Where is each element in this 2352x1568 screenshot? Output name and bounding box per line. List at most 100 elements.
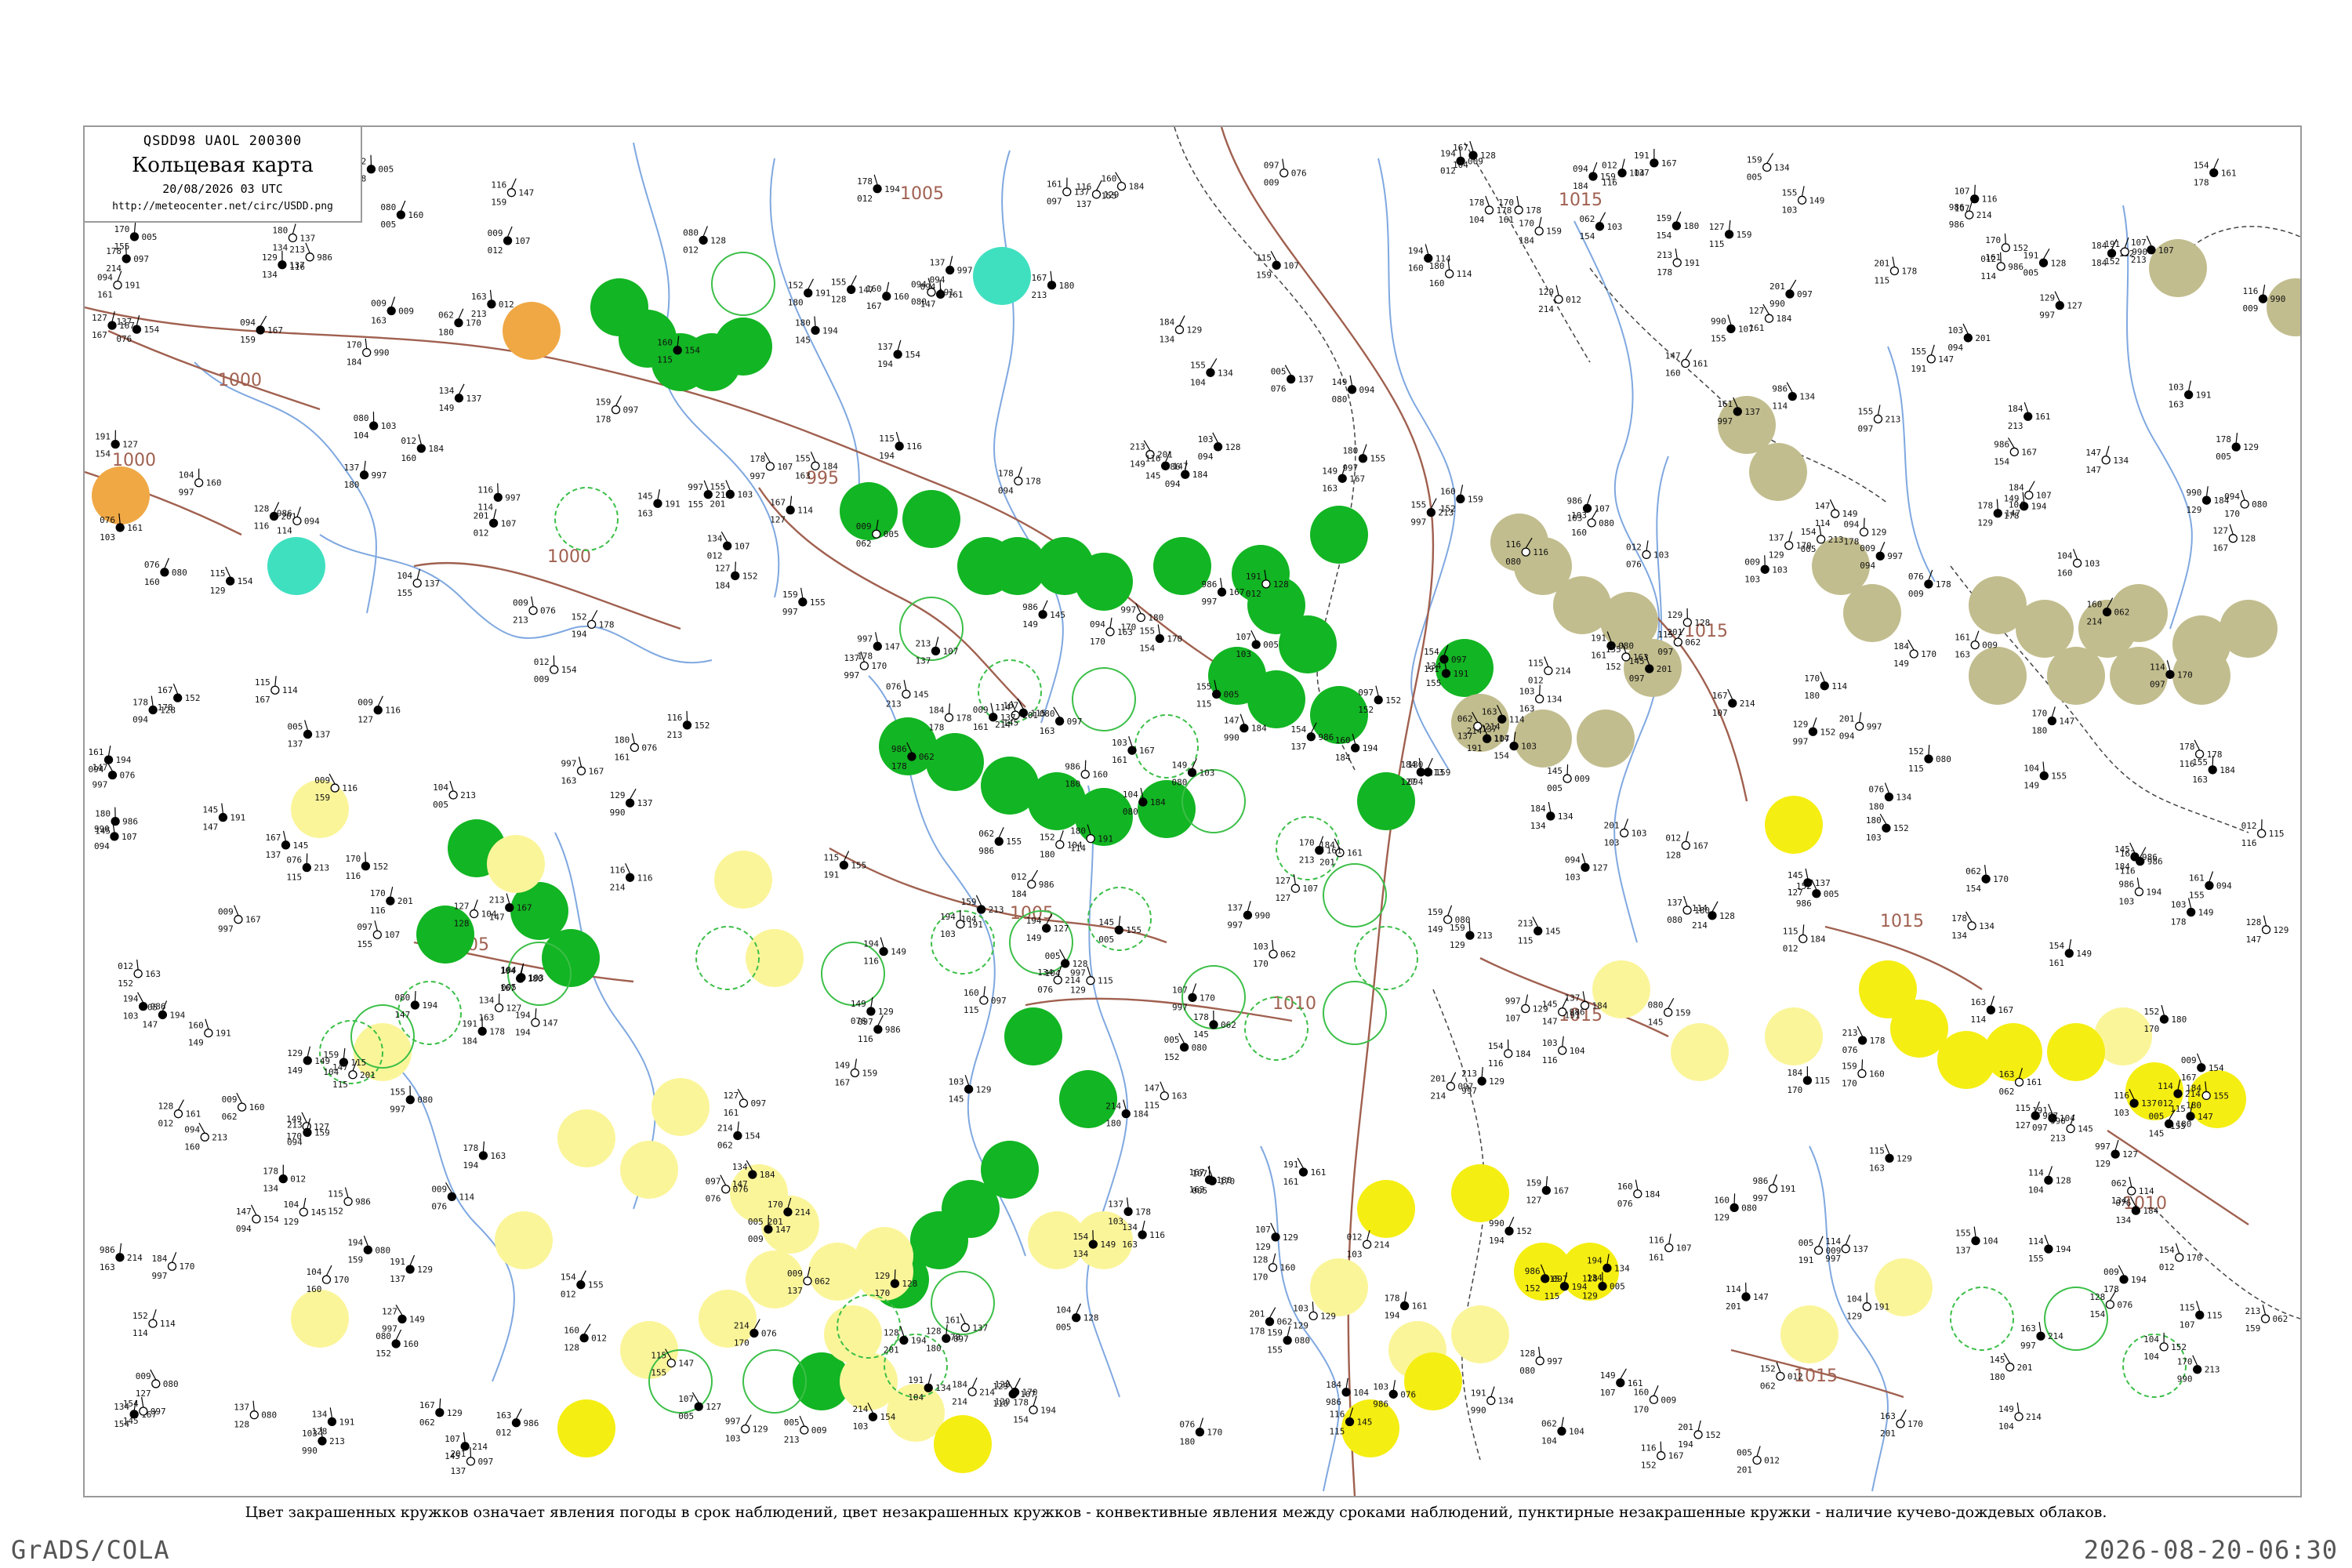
station-plot[interactable]: 986 184 094: [1165, 460, 1208, 489]
station-plot[interactable]: 115 184 012: [1783, 924, 1826, 953]
station-plot[interactable]: 213 178 076: [1842, 1025, 1886, 1055]
station-plot[interactable]: 178 128 094: [132, 695, 176, 725]
station-plot[interactable]: 114 147 201: [1726, 1283, 1769, 1312]
station-plot[interactable]: 191 134 990: [1471, 1386, 1514, 1416]
station-plot[interactable]: 076 080 160: [144, 557, 187, 587]
station-plot[interactable]: 009 167 997: [218, 905, 261, 935]
station-plot[interactable]: 201 178 115: [1874, 256, 1917, 285]
station-plot[interactable]: 170 152 116: [345, 851, 388, 881]
station-plot[interactable]: 997 147 178: [857, 632, 900, 661]
olive-station-marker[interactable]: [1577, 710, 1635, 768]
station-plot[interactable]: 116 152 213: [666, 710, 710, 740]
station-plot[interactable]: 201 997 094: [1839, 712, 1882, 741]
station-plot[interactable]: 194 080 159: [347, 1236, 390, 1265]
station-plot[interactable]: 160 194 184: [1335, 733, 1378, 763]
station-plot[interactable]: 094 129 178: [1844, 517, 1887, 547]
station-plot[interactable]: 012 986 114: [1980, 252, 2024, 281]
station-plot[interactable]: 160 012 128: [564, 1323, 607, 1353]
station-plot[interactable]: 137 080 128: [234, 1400, 277, 1430]
station-plot[interactable]: 129 127 997: [2039, 291, 2082, 321]
station-plot[interactable]: 986 194 103: [2118, 877, 2162, 906]
filled-green-station-marker[interactable]: [1279, 615, 1337, 673]
station-plot[interactable]: 149 159 167: [834, 1058, 877, 1087]
station-plot[interactable]: 062 103 154: [1579, 212, 1622, 241]
station-plot[interactable]: 152 191 180: [788, 278, 831, 308]
station-plot[interactable]: 094 080 170: [2224, 489, 2267, 519]
olive-station-marker[interactable]: [1749, 443, 1807, 501]
station-plot[interactable]: 213 107 137: [915, 637, 958, 666]
station-plot[interactable]: 009 080 127: [136, 1369, 179, 1399]
station-plot[interactable]: 076 170 180: [1179, 1417, 1222, 1447]
station-plot[interactable]: 170 114 180: [1804, 671, 1848, 701]
station-plot[interactable]: 154 097 145: [123, 1396, 166, 1426]
olive-station-marker[interactable]: [1843, 584, 1901, 642]
filled-green-station-marker[interactable]: [926, 733, 984, 791]
filled-green-station-marker[interactable]: [714, 318, 772, 376]
station-plot[interactable]: 012 184 160: [401, 434, 445, 463]
station-plot[interactable]: 184 134 134: [1530, 801, 1573, 831]
station-plot[interactable]: 103 129 145: [949, 1075, 992, 1104]
station-plot[interactable]: 191 161 161: [1283, 1157, 1326, 1187]
olive-station-marker[interactable]: [2047, 647, 2105, 705]
station-plot[interactable]: 097 152 152: [1358, 685, 1401, 715]
station-plot[interactable]: 116 116 214: [610, 863, 653, 892]
station-plot[interactable]: 159 097 178: [596, 395, 639, 425]
cb-cloud-outline-marker[interactable]: [554, 487, 619, 551]
cb-cloud-outline-marker[interactable]: [1323, 981, 1387, 1045]
station-plot[interactable]: 167 180 213: [1032, 270, 1075, 300]
olive-station-marker[interactable]: [2110, 647, 2168, 705]
station-plot[interactable]: 986 160 180: [1065, 760, 1108, 789]
station-plot[interactable]: 134 137 149: [438, 383, 481, 413]
map-url[interactable]: http://meteocenter.net/circ/USDD.png: [85, 201, 361, 212]
yellow-station-marker[interactable]: [1404, 1352, 1462, 1410]
station-plot[interactable]: 159 180 154: [1656, 211, 1699, 241]
station-plot[interactable]: 080 097 163: [1040, 706, 1083, 736]
station-plot[interactable]: 178 161 194: [1385, 1291, 1428, 1321]
filled-green-station-marker[interactable]: [1004, 1007, 1062, 1065]
station-plot[interactable]: 128 997 080: [1519, 1346, 1563, 1376]
yellow-station-marker[interactable]: [2047, 1023, 2105, 1081]
yellow-station-marker[interactable]: [1357, 1180, 1415, 1238]
station-plot[interactable]: 990184129: [2187, 486, 2230, 515]
station-plot[interactable]: 103 201 094: [1947, 323, 1991, 353]
station-plot[interactable]: 137 154 194: [877, 339, 920, 369]
station-plot[interactable]: 115 116 194: [879, 431, 922, 461]
station-plot[interactable]: 997 129 103: [725, 1414, 768, 1444]
station-plot[interactable]: 062 155 986: [978, 826, 1022, 856]
station-plot[interactable]: 129 152 997: [1792, 717, 1835, 746]
yellow-station-marker[interactable]: [1341, 1399, 1399, 1457]
filled-green-station-marker[interactable]: [1436, 639, 1494, 697]
light-yellow-station-marker[interactable]: [746, 1250, 804, 1308]
station-plot[interactable]: 213 191 178: [1657, 248, 1700, 278]
station-plot[interactable]: 080 103 104: [354, 412, 397, 441]
station-plot[interactable]: 145 155 005: [1098, 916, 1142, 945]
olive-station-marker[interactable]: [1969, 647, 2027, 705]
station-plot[interactable]: 155 170 154: [1139, 624, 1182, 654]
station-plot[interactable]: 184 178 178: [928, 703, 971, 732]
station-plot[interactable]: 159 155 997: [782, 587, 826, 617]
yellow-station-marker[interactable]: [1765, 796, 1823, 854]
station-plot[interactable]: 116 107 161: [1649, 1233, 1692, 1263]
station-plot[interactable]: 178 194 154: [1013, 1396, 1056, 1425]
station-plot[interactable]: 094 191 161: [97, 270, 140, 300]
station-plot[interactable]: 129 137 134: [262, 250, 305, 280]
station-plot[interactable]: 115 154 129: [210, 566, 253, 596]
station-plot[interactable]: 155 213 097: [1857, 405, 1900, 434]
station-plot[interactable]: 103 149 178: [2171, 898, 2214, 927]
station-plot[interactable]: 180 114 160: [1429, 260, 1472, 289]
station-plot[interactable]: 104 145 129: [283, 1197, 326, 1227]
light-yellow-station-marker[interactable]: [291, 1290, 349, 1348]
station-plot[interactable]: 178 178 094: [998, 466, 1041, 496]
station-plot[interactable]: 997 127 129: [2095, 1139, 2138, 1169]
station-plot[interactable]: 005 137 137: [288, 720, 331, 750]
station-plot[interactable]: 160 191 149: [188, 1018, 231, 1048]
station-plot[interactable]: 163 214 997: [2020, 1322, 2063, 1351]
station-plot[interactable]: 009 194 178: [2103, 1265, 2147, 1294]
station-plot[interactable]: 201 152 194: [1678, 1420, 1721, 1450]
station-plot[interactable]: 128 160 170: [1253, 1253, 1296, 1283]
cb-cloud-outline-marker[interactable]: [1354, 926, 1418, 990]
station-plot[interactable]: 009 076 213: [513, 596, 556, 626]
station-plot[interactable]: 160 080 129: [1714, 1193, 1757, 1222]
station-plot[interactable]: 167 180 163: [1189, 1165, 1232, 1195]
station-plot[interactable]: 080 160 005: [380, 200, 423, 230]
